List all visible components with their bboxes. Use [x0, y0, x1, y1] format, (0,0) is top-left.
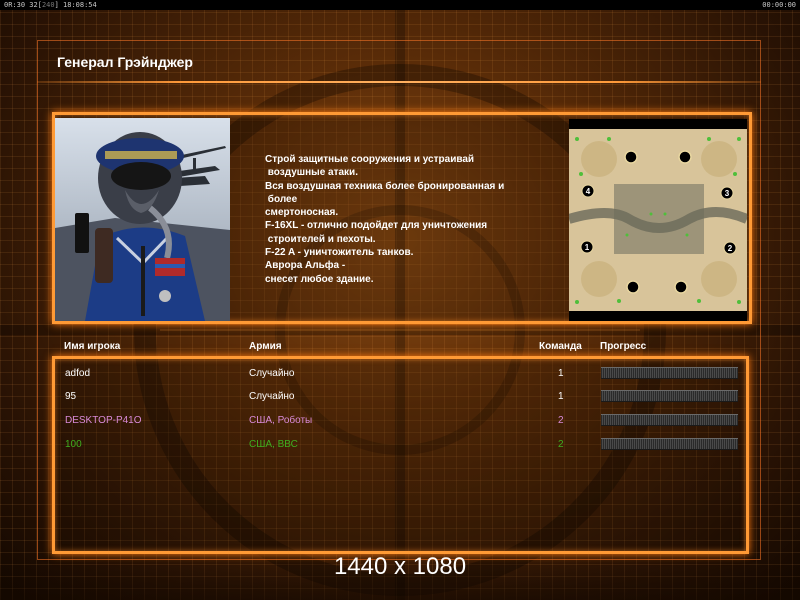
players-panel: [52, 356, 749, 554]
header-player-name: Имя игрока: [64, 341, 121, 352]
player-name: 100: [65, 439, 82, 450]
start-position-2: 2: [728, 244, 733, 253]
general-description: Строй защитные сооружения и устраивай во…: [265, 154, 505, 285]
player-row: DESKTOP-P41O США, Роботы 2: [0, 413, 800, 429]
player-team: 2: [558, 439, 564, 450]
player-army: Случайно: [249, 391, 295, 402]
player-name: adfod: [65, 368, 91, 379]
player-team: 1: [558, 391, 564, 402]
player-team: 2: [558, 415, 564, 426]
player-army: США, ВВС: [249, 439, 298, 450]
player-progress-bar: [601, 414, 738, 426]
status-bar: 0R:30 32[240] 18:08:54 00:00:00: [0, 0, 800, 10]
player-team: 1: [558, 368, 564, 379]
title-divider: [37, 81, 761, 83]
player-army: Случайно: [249, 368, 295, 379]
start-position-1: 1: [585, 243, 590, 252]
player-progress-bar: [601, 367, 738, 379]
general-portrait: [55, 118, 230, 321]
player-name: 95: [65, 391, 77, 402]
player-army: США, Роботы: [249, 415, 313, 426]
resolution-label: 1440 x 1080: [333, 553, 467, 580]
status-left: 0R:30 32[240] 18:08:54: [4, 1, 97, 9]
player-row: adfod Случайно 1: [0, 366, 800, 382]
status-clock: 00:00:00: [762, 1, 796, 9]
player-name: DESKTOP-P41O: [65, 415, 142, 426]
header-army: Армия: [249, 341, 282, 352]
player-progress-bar: [601, 438, 738, 450]
start-position-4: 4: [586, 187, 591, 196]
player-progress-bar: [601, 390, 738, 402]
start-position-3: 3: [725, 189, 730, 198]
general-title: Генерал Грэйнджер: [57, 54, 193, 70]
player-row: 95 Случайно 1: [0, 389, 800, 405]
header-team: Команда: [539, 341, 582, 352]
player-row: 100 США, ВВС 2: [0, 437, 800, 453]
header-progress: Прогресс: [600, 341, 647, 352]
minimap[interactable]: 1 2 3 4: [567, 119, 749, 321]
